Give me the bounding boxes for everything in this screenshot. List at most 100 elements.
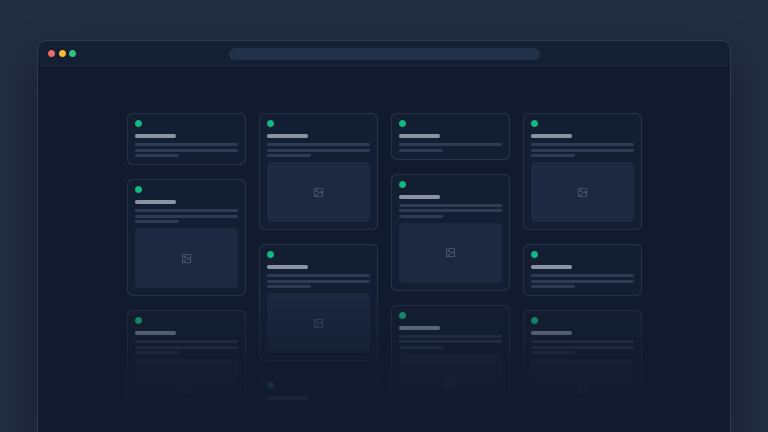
masonry-grid — [127, 113, 642, 427]
skeleton-text-line — [531, 280, 634, 283]
image-icon — [313, 187, 324, 198]
skeleton-text-lines — [135, 143, 238, 157]
skeleton-text-line — [399, 335, 502, 338]
masonry-column-4 — [523, 113, 642, 427]
browser-window — [37, 40, 731, 432]
image-icon — [577, 384, 588, 395]
image-icon — [313, 318, 324, 329]
skeleton-text-line — [399, 346, 443, 349]
skeleton-text-line — [267, 405, 370, 408]
skeleton-title-line — [531, 134, 572, 138]
skeleton-text-line — [267, 285, 311, 288]
image-placeholder — [267, 162, 370, 222]
masonry-column-2 — [259, 113, 378, 427]
image-placeholder — [135, 359, 238, 419]
skeleton-card[interactable] — [523, 310, 642, 427]
card-board — [38, 65, 730, 432]
skeleton-text-line — [267, 416, 311, 419]
skeleton-text-line — [135, 215, 238, 218]
skeleton-text-line — [531, 346, 634, 349]
skeleton-text-line — [267, 411, 370, 414]
skeleton-text-line — [399, 149, 443, 152]
zoom-window-button[interactable] — [69, 50, 76, 57]
traffic-lights — [48, 41, 76, 65]
image-icon — [181, 384, 192, 395]
skeleton-text-lines — [135, 340, 238, 354]
skeleton-card[interactable] — [127, 113, 246, 165]
status-dot-icon — [267, 251, 274, 258]
skeleton-text-lines — [267, 405, 370, 419]
skeleton-card[interactable] — [259, 244, 378, 361]
skeleton-title-line — [399, 134, 440, 138]
skeleton-title-line — [267, 134, 308, 138]
status-dot-icon — [531, 251, 538, 258]
image-placeholder — [135, 228, 238, 288]
skeleton-text-line — [399, 215, 443, 218]
status-dot-icon — [399, 312, 406, 319]
skeleton-text-line — [135, 351, 179, 354]
image-icon — [445, 247, 456, 258]
skeleton-card[interactable] — [127, 310, 246, 427]
skeleton-card[interactable] — [523, 244, 642, 296]
image-placeholder — [531, 162, 634, 222]
skeleton-title-line — [531, 331, 572, 335]
skeleton-text-line — [531, 274, 634, 277]
skeleton-text-line — [531, 285, 575, 288]
image-placeholder — [531, 359, 634, 419]
image-icon — [577, 187, 588, 198]
skeleton-card[interactable] — [391, 305, 510, 422]
skeleton-text-line — [135, 209, 238, 212]
skeleton-text-line — [267, 154, 311, 157]
masonry-column-3 — [391, 113, 510, 427]
skeleton-text-line — [531, 149, 634, 152]
skeleton-title-line — [135, 331, 176, 335]
skeleton-text-lines — [135, 209, 238, 223]
masonry-column-1 — [127, 113, 246, 427]
skeleton-text-line — [399, 204, 502, 207]
image-icon — [445, 378, 456, 389]
skeleton-text-line — [135, 220, 179, 223]
status-dot-icon — [399, 120, 406, 127]
image-icon — [181, 253, 192, 264]
skeleton-text-line — [531, 154, 575, 157]
skeleton-text-lines — [531, 143, 634, 157]
skeleton-text-line — [399, 143, 502, 146]
skeleton-card[interactable] — [127, 179, 246, 296]
skeleton-text-line — [267, 274, 370, 277]
status-dot-icon — [399, 181, 406, 188]
skeleton-card[interactable] — [259, 375, 378, 427]
address-bar[interactable] — [229, 48, 540, 60]
image-placeholder — [399, 223, 502, 283]
skeleton-text-lines — [399, 143, 502, 152]
skeleton-text-line — [531, 351, 575, 354]
close-window-button[interactable] — [48, 50, 55, 57]
skeleton-title-line — [531, 265, 572, 269]
skeleton-title-line — [267, 265, 308, 269]
minimize-window-button[interactable] — [59, 50, 66, 57]
skeleton-title-line — [135, 134, 176, 138]
skeleton-text-line — [135, 149, 238, 152]
skeleton-title-line — [267, 396, 308, 400]
skeleton-text-line — [135, 154, 179, 157]
skeleton-text-lines — [399, 204, 502, 218]
skeleton-text-lines — [531, 340, 634, 354]
skeleton-title-line — [399, 195, 440, 199]
skeleton-text-line — [267, 149, 370, 152]
skeleton-card[interactable] — [259, 113, 378, 230]
window-titlebar — [38, 41, 730, 66]
status-dot-icon — [135, 120, 142, 127]
image-placeholder — [267, 293, 370, 353]
skeleton-title-line — [135, 200, 176, 204]
status-dot-icon — [267, 120, 274, 127]
status-dot-icon — [267, 382, 274, 389]
skeleton-title-line — [399, 326, 440, 330]
skeleton-text-lines — [267, 143, 370, 157]
status-dot-icon — [531, 120, 538, 127]
skeleton-card[interactable] — [523, 113, 642, 230]
skeleton-card[interactable] — [391, 113, 510, 160]
skeleton-text-line — [399, 209, 502, 212]
skeleton-card[interactable] — [391, 174, 510, 291]
skeleton-text-lines — [267, 274, 370, 288]
status-dot-icon — [531, 317, 538, 324]
status-dot-icon — [135, 186, 142, 193]
